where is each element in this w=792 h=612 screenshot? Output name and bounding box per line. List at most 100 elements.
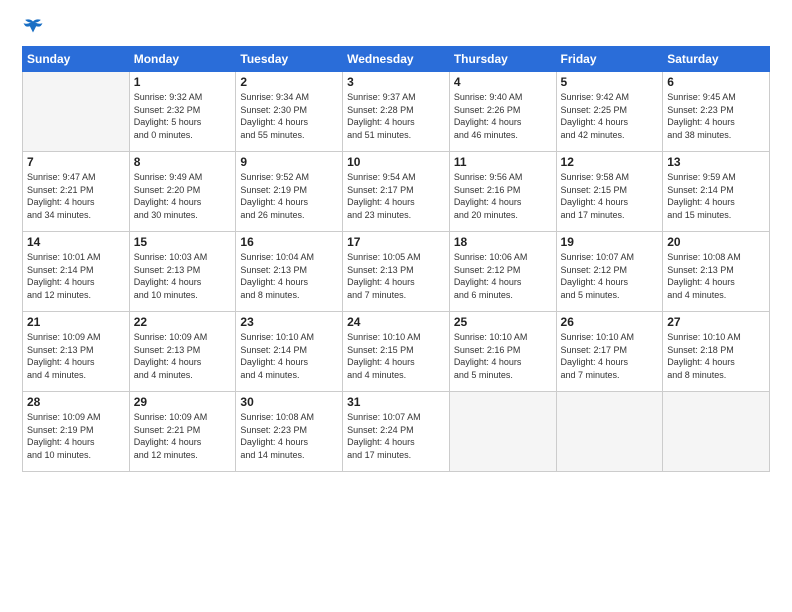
day-info: Sunrise: 9:47 AM Sunset: 2:21 PM Dayligh… bbox=[27, 171, 125, 221]
calendar-cell: 5 Sunrise: 9:42 AM Sunset: 2:25 PM Daylig… bbox=[556, 72, 663, 152]
calendar-cell: 30 Sunrise: 10:08 AM Sunset: 2:23 PM Dayl… bbox=[236, 392, 343, 472]
calendar-cell bbox=[449, 392, 556, 472]
day-info: Sunrise: 10:04 AM Sunset: 2:13 PM Daylig… bbox=[240, 251, 338, 301]
calendar-cell: 22 Sunrise: 10:09 AM Sunset: 2:13 PM Dayl… bbox=[129, 312, 236, 392]
calendar-week-row: 14 Sunrise: 10:01 AM Sunset: 2:14 PM Dayl… bbox=[23, 232, 770, 312]
day-number: 31 bbox=[347, 395, 445, 409]
day-info: Sunrise: 10:03 AM Sunset: 2:13 PM Daylig… bbox=[134, 251, 232, 301]
calendar-cell: 15 Sunrise: 10:03 AM Sunset: 2:13 PM Dayl… bbox=[129, 232, 236, 312]
calendar-cell: 28 Sunrise: 10:09 AM Sunset: 2:19 PM Dayl… bbox=[23, 392, 130, 472]
calendar-cell bbox=[556, 392, 663, 472]
calendar-cell: 9Sunrise: 9:52 AM Sunset: 2:19 PM Daylig… bbox=[236, 152, 343, 232]
calendar-week-row: 28 Sunrise: 10:09 AM Sunset: 2:19 PM Dayl… bbox=[23, 392, 770, 472]
day-number: 22 bbox=[134, 315, 232, 329]
calendar-table: SundayMondayTuesdayWednesdayThursdayFrid… bbox=[22, 46, 770, 472]
day-info: Sunrise: 10:08 AM Sunset: 2:23 PM Daylig… bbox=[240, 411, 338, 461]
day-info: Sunrise: 9:42 AM Sunset: 2:25 PM Dayligh… bbox=[561, 91, 659, 141]
calendar-cell: 20 Sunrise: 10:08 AM Sunset: 2:13 PM Dayl… bbox=[663, 232, 770, 312]
calendar-cell: 4 Sunrise: 9:40 AM Sunset: 2:26 PM Daylig… bbox=[449, 72, 556, 152]
day-number: 19 bbox=[561, 235, 659, 249]
day-number: 12 bbox=[561, 155, 659, 169]
calendar-cell: 23 Sunrise: 10:10 AM Sunset: 2:14 PM Dayl… bbox=[236, 312, 343, 392]
day-number: 16 bbox=[240, 235, 338, 249]
calendar-weekday-sunday: Sunday bbox=[23, 47, 130, 72]
day-number: 28 bbox=[27, 395, 125, 409]
day-info: Sunrise: 9:37 AM Sunset: 2:28 PM Dayligh… bbox=[347, 91, 445, 141]
calendar-cell bbox=[663, 392, 770, 472]
day-number: 26 bbox=[561, 315, 659, 329]
calendar-cell: 12 Sunrise: 9:58 AM Sunset: 2:15 PM Dayli… bbox=[556, 152, 663, 232]
day-info: Sunrise: 10:09 AM Sunset: 2:19 PM Daylig… bbox=[27, 411, 125, 461]
day-info: Sunrise: 9:59 AM Sunset: 2:14 PM Dayligh… bbox=[667, 171, 765, 221]
day-number: 27 bbox=[667, 315, 765, 329]
calendar-cell: 3 Sunrise: 9:37 AM Sunset: 2:28 PM Daylig… bbox=[343, 72, 450, 152]
calendar-cell: 31 Sunrise: 10:07 AM Sunset: 2:24 PM Dayl… bbox=[343, 392, 450, 472]
logo-bird-icon bbox=[22, 18, 44, 36]
day-number: 13 bbox=[667, 155, 765, 169]
day-info: Sunrise: 9:56 AM Sunset: 2:16 PM Dayligh… bbox=[454, 171, 552, 221]
calendar-cell: 19 Sunrise: 10:07 AM Sunset: 2:12 PM Dayl… bbox=[556, 232, 663, 312]
calendar-cell: 24Sunrise: 10:10 AM Sunset: 2:15 PM Dayl… bbox=[343, 312, 450, 392]
calendar-cell: 10Sunrise: 9:54 AM Sunset: 2:17 PM Dayli… bbox=[343, 152, 450, 232]
day-number: 3 bbox=[347, 75, 445, 89]
calendar-weekday-tuesday: Tuesday bbox=[236, 47, 343, 72]
day-number: 21 bbox=[27, 315, 125, 329]
calendar-cell: 7 Sunrise: 9:47 AM Sunset: 2:21 PM Daylig… bbox=[23, 152, 130, 232]
day-number: 20 bbox=[667, 235, 765, 249]
day-info: Sunrise: 10:09 AM Sunset: 2:21 PM Daylig… bbox=[134, 411, 232, 461]
day-number: 11 bbox=[454, 155, 552, 169]
day-info: Sunrise: 9:49 AM Sunset: 2:20 PM Dayligh… bbox=[134, 171, 232, 221]
day-number: 25 bbox=[454, 315, 552, 329]
calendar-weekday-friday: Friday bbox=[556, 47, 663, 72]
day-info: Sunrise: 10:06 AM Sunset: 2:12 PM Daylig… bbox=[454, 251, 552, 301]
day-number: 15 bbox=[134, 235, 232, 249]
day-number: 30 bbox=[240, 395, 338, 409]
day-number: 14 bbox=[27, 235, 125, 249]
calendar-cell: 6Sunrise: 9:45 AM Sunset: 2:23 PM Daylig… bbox=[663, 72, 770, 152]
calendar-cell: 25Sunrise: 10:10 AM Sunset: 2:16 PM Dayl… bbox=[449, 312, 556, 392]
day-info: Sunrise: 9:34 AM Sunset: 2:30 PM Dayligh… bbox=[240, 91, 338, 141]
day-info: Sunrise: 10:09 AM Sunset: 2:13 PM Daylig… bbox=[27, 331, 125, 381]
day-info: Sunrise: 10:07 AM Sunset: 2:12 PM Daylig… bbox=[561, 251, 659, 301]
calendar-week-row: 7 Sunrise: 9:47 AM Sunset: 2:21 PM Daylig… bbox=[23, 152, 770, 232]
calendar-cell: 29Sunrise: 10:09 AM Sunset: 2:21 PM Dayl… bbox=[129, 392, 236, 472]
day-info: Sunrise: 9:40 AM Sunset: 2:26 PM Dayligh… bbox=[454, 91, 552, 141]
day-info: Sunrise: 10:07 AM Sunset: 2:24 PM Daylig… bbox=[347, 411, 445, 461]
calendar-weekday-saturday: Saturday bbox=[663, 47, 770, 72]
day-info: Sunrise: 10:01 AM Sunset: 2:14 PM Daylig… bbox=[27, 251, 125, 301]
calendar-cell: 13 Sunrise: 9:59 AM Sunset: 2:14 PM Dayli… bbox=[663, 152, 770, 232]
day-info: Sunrise: 9:32 AM Sunset: 2:32 PM Dayligh… bbox=[134, 91, 232, 141]
day-number: 24 bbox=[347, 315, 445, 329]
calendar-cell: 14 Sunrise: 10:01 AM Sunset: 2:14 PM Dayl… bbox=[23, 232, 130, 312]
calendar-cell: 27 Sunrise: 10:10 AM Sunset: 2:18 PM Dayl… bbox=[663, 312, 770, 392]
calendar-cell: 26 Sunrise: 10:10 AM Sunset: 2:17 PM Dayl… bbox=[556, 312, 663, 392]
day-info: Sunrise: 10:09 AM Sunset: 2:13 PM Daylig… bbox=[134, 331, 232, 381]
day-info: Sunrise: 9:54 AM Sunset: 2:17 PM Dayligh… bbox=[347, 171, 445, 221]
calendar-cell: 18 Sunrise: 10:06 AM Sunset: 2:12 PM Dayl… bbox=[449, 232, 556, 312]
calendar-cell: 8 Sunrise: 9:49 AM Sunset: 2:20 PM Daylig… bbox=[129, 152, 236, 232]
day-info: Sunrise: 10:05 AM Sunset: 2:13 PM Daylig… bbox=[347, 251, 445, 301]
calendar-weekday-wednesday: Wednesday bbox=[343, 47, 450, 72]
day-number: 8 bbox=[134, 155, 232, 169]
calendar-cell: 11 Sunrise: 9:56 AM Sunset: 2:16 PM Dayli… bbox=[449, 152, 556, 232]
day-number: 17 bbox=[347, 235, 445, 249]
calendar-cell: 1 Sunrise: 9:32 AM Sunset: 2:32 PM Daylig… bbox=[129, 72, 236, 152]
calendar-cell: 16 Sunrise: 10:04 AM Sunset: 2:13 PM Dayl… bbox=[236, 232, 343, 312]
day-info: Sunrise: 9:58 AM Sunset: 2:15 PM Dayligh… bbox=[561, 171, 659, 221]
day-number: 2 bbox=[240, 75, 338, 89]
day-info: Sunrise: 10:10 AM Sunset: 2:17 PM Daylig… bbox=[561, 331, 659, 381]
day-number: 5 bbox=[561, 75, 659, 89]
day-info: Sunrise: 10:10 AM Sunset: 2:18 PM Daylig… bbox=[667, 331, 765, 381]
day-number: 1 bbox=[134, 75, 232, 89]
calendar-cell: 21 Sunrise: 10:09 AM Sunset: 2:13 PM Dayl… bbox=[23, 312, 130, 392]
calendar-cell: 2 Sunrise: 9:34 AM Sunset: 2:30 PM Daylig… bbox=[236, 72, 343, 152]
day-number: 18 bbox=[454, 235, 552, 249]
day-number: 7 bbox=[27, 155, 125, 169]
day-number: 4 bbox=[454, 75, 552, 89]
calendar-cell: 17 Sunrise: 10:05 AM Sunset: 2:13 PM Dayl… bbox=[343, 232, 450, 312]
calendar-header-row: SundayMondayTuesdayWednesdayThursdayFrid… bbox=[23, 47, 770, 72]
day-info: Sunrise: 9:52 AM Sunset: 2:19 PM Dayligh… bbox=[240, 171, 338, 221]
day-number: 23 bbox=[240, 315, 338, 329]
day-info: Sunrise: 10:10 AM Sunset: 2:14 PM Daylig… bbox=[240, 331, 338, 381]
day-info: Sunrise: 10:08 AM Sunset: 2:13 PM Daylig… bbox=[667, 251, 765, 301]
